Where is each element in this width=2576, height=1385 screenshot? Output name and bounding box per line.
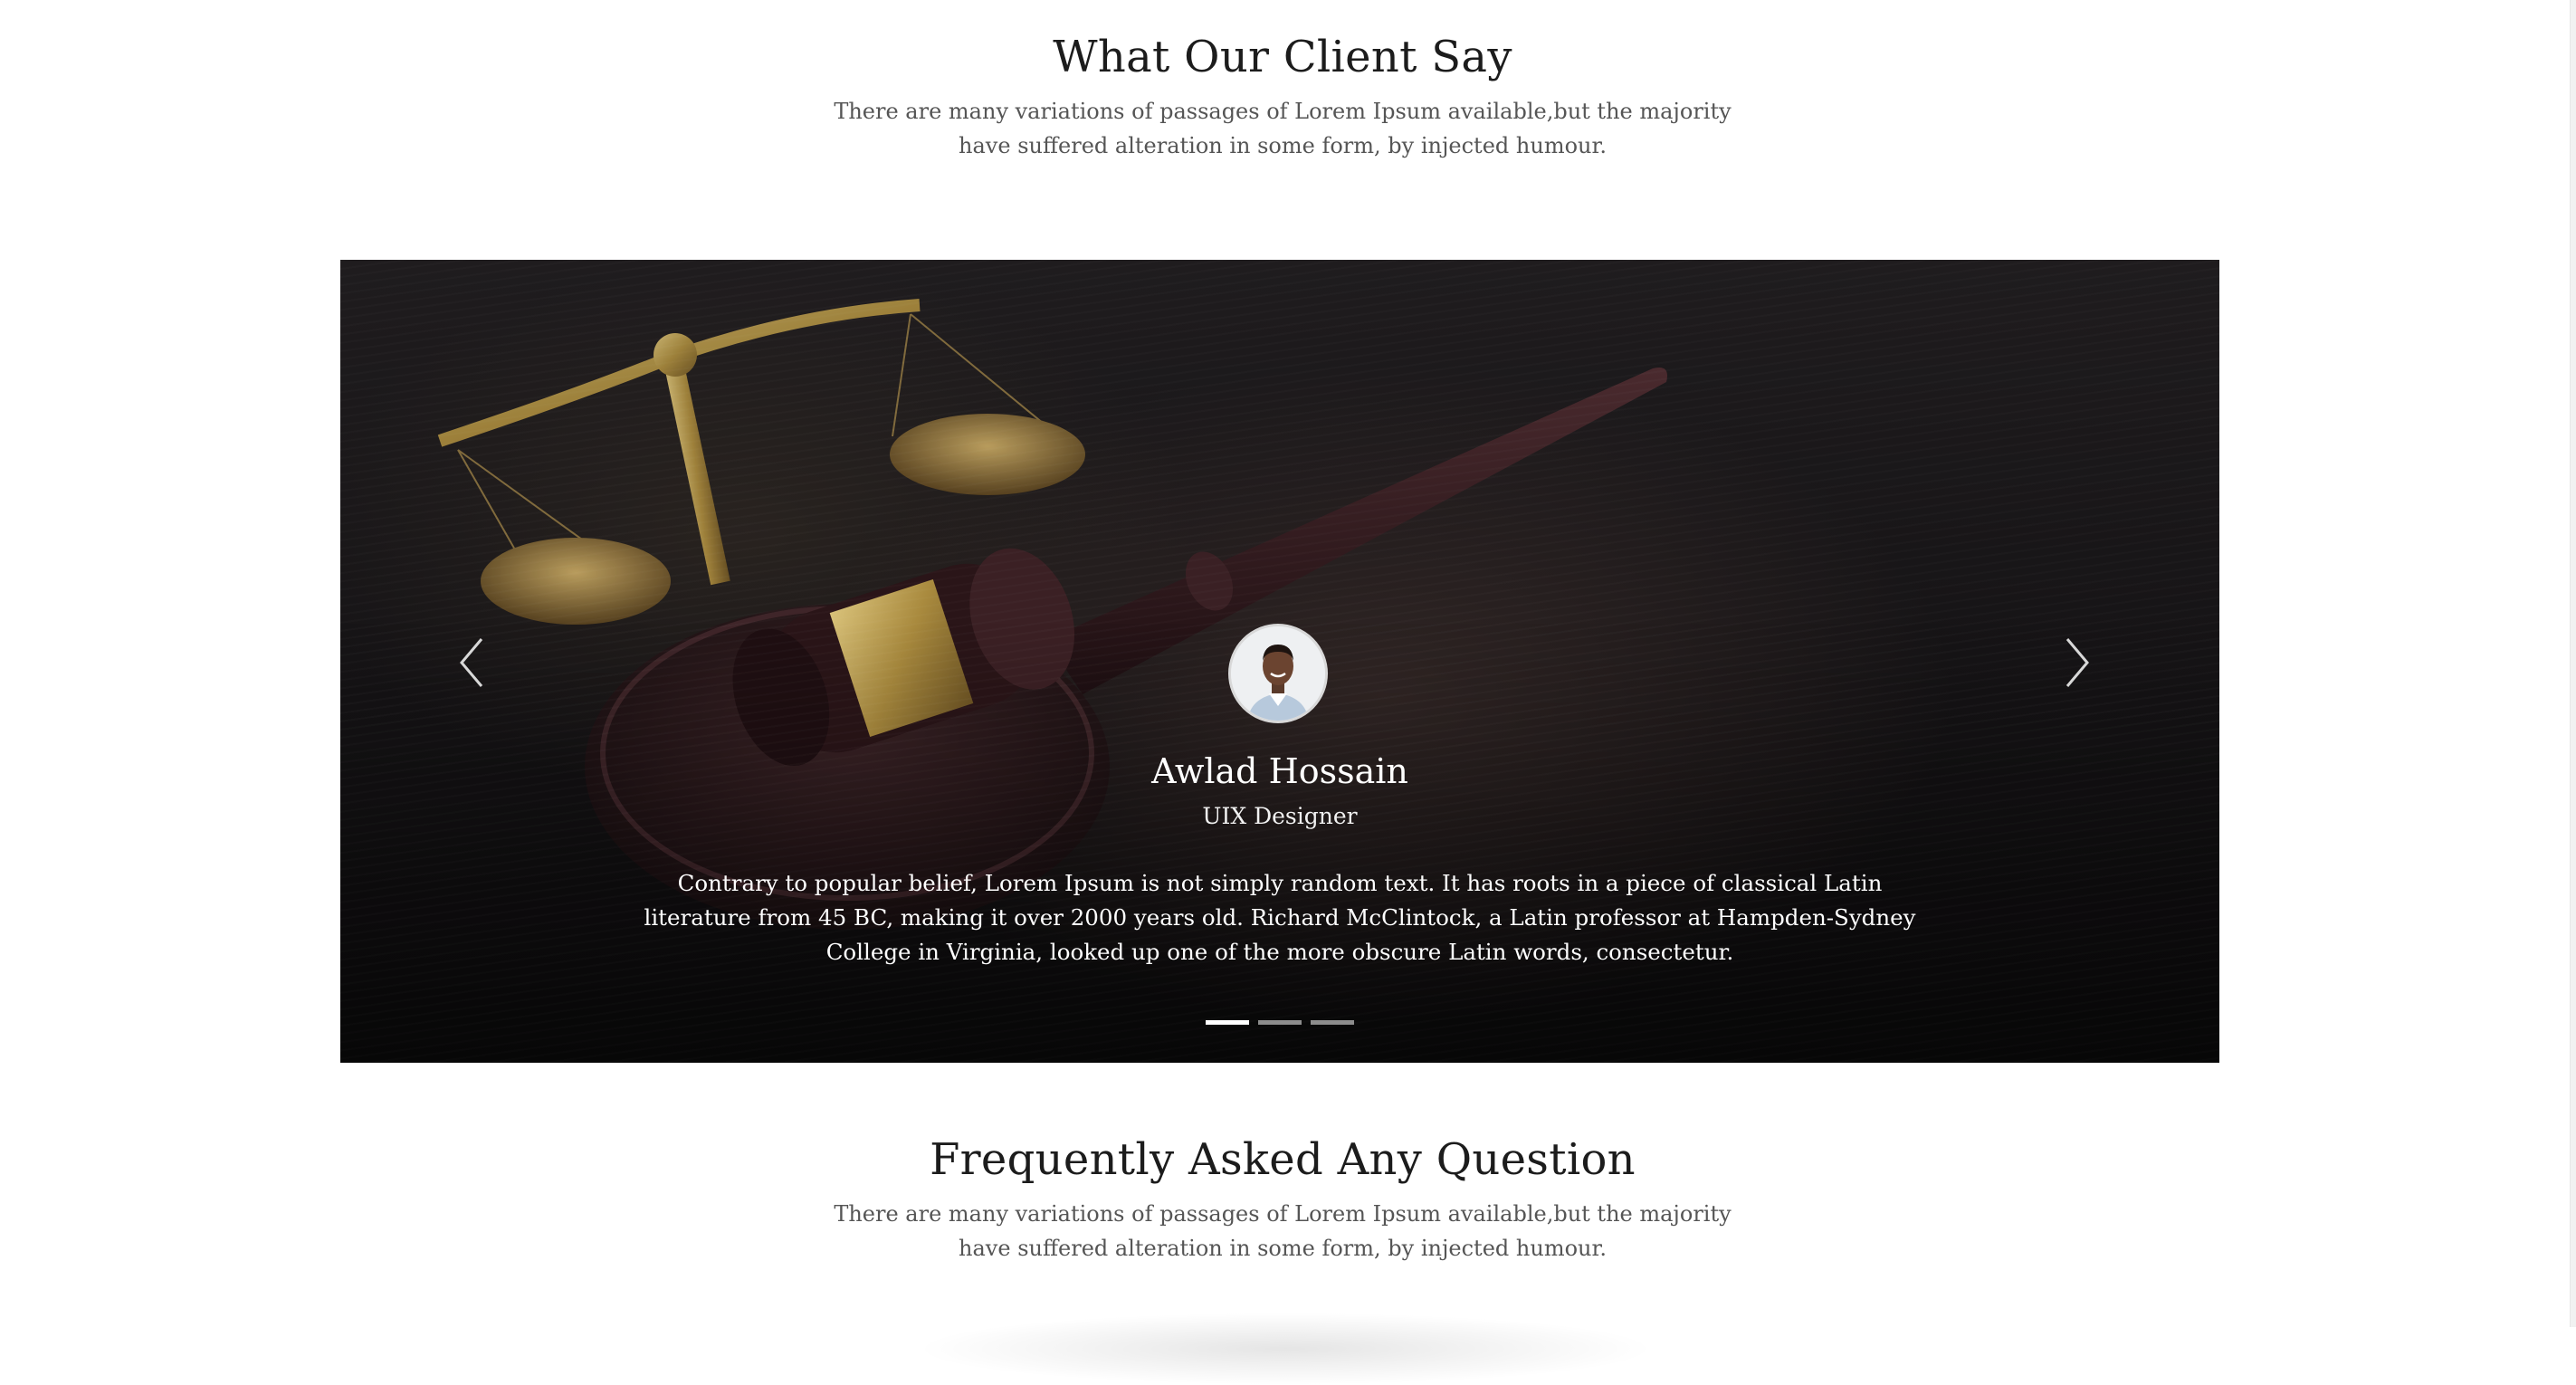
faq-header: Frequently Asked Any Question There are … [0, 1132, 2565, 1266]
client-quote: Contrary to popular belief, Lorem Ipsum … [644, 870, 1916, 965]
faq-accordion-shadow [914, 1313, 1656, 1385]
testimonials-title: What Our Client Say [1053, 32, 1512, 82]
client-name: Awlad Hossain [1151, 751, 1408, 791]
slider-dot-2[interactable] [1258, 1020, 1302, 1025]
testimonial-slide: Awlad Hossain UIX Designer Contrary to p… [340, 260, 2219, 1063]
testimonials-header: What Our Client Say There are many varia… [0, 29, 2565, 163]
avatar [1228, 624, 1328, 723]
client-portrait-image [1231, 626, 1325, 721]
testimonials-subtitle: There are many variations of passages of… [834, 99, 1732, 158]
slider-dot-3[interactable] [1311, 1020, 1354, 1025]
client-role: UIX Designer [1202, 803, 1358, 829]
slider-dot-1[interactable] [1206, 1020, 1249, 1025]
faq-subtitle: There are many variations of passages of… [834, 1201, 1732, 1261]
slider-pagination [340, 1020, 2219, 1025]
page-scrollbar[interactable] [2570, 0, 2576, 1327]
faq-title: Frequently Asked Any Question [930, 1134, 1636, 1185]
